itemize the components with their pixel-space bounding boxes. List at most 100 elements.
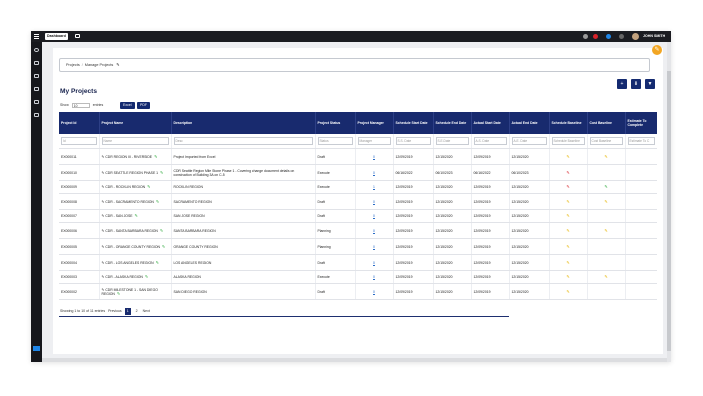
- project-name[interactable]: CDR - ALASKA REGION: [105, 275, 143, 279]
- breadcrumb-projects[interactable]: Projects: [66, 63, 80, 67]
- project-name-cell[interactable]: ✎CDR - SACRAMENTO REGION ✎: [99, 193, 172, 210]
- filter-icon[interactable]: ▼: [645, 79, 655, 89]
- project-name[interactable]: CDR - SACRAMENTO REGION: [105, 200, 154, 204]
- project-name-cell[interactable]: ✎CDR - ORANGE COUNTY REGION ✎: [99, 238, 172, 255]
- scrollbar-thumb[interactable]: [667, 71, 671, 351]
- page-1-button[interactable]: 1: [124, 308, 131, 315]
- cost-baseline-icon[interactable]: ✎: [604, 154, 607, 159]
- project-name-cell[interactable]: ✎CDR - ROCKLIN REGION ✎: [99, 180, 172, 194]
- manager-link[interactable]: 0: [373, 290, 375, 294]
- filter-input[interactable]: S.E.Date: [435, 137, 469, 145]
- filter-input[interactable]: Id: [61, 137, 97, 145]
- schedule-baseline-icon[interactable]: ✎: [566, 199, 569, 204]
- table-row[interactable]: EX000003 ✎CDR - ALASKA REGION ✎ ALASKA REGI…: [59, 270, 657, 284]
- schedule-baseline-icon[interactable]: ✎: [566, 184, 569, 189]
- table-row[interactable]: EX000004 ✎CDR - LOS ANGELES REGION ✎ LOS AN…: [59, 254, 657, 271]
- cost-baseline-icon[interactable]: ✎: [604, 199, 607, 204]
- project-name-cell[interactable]: ✎CDR REGION III - RIVERSIDE ✎: [99, 148, 172, 165]
- truck-icon[interactable]: [34, 61, 39, 65]
- manager-link[interactable]: 0: [373, 245, 375, 249]
- pdf-button[interactable]: PDF: [137, 102, 150, 109]
- chat-icon[interactable]: [33, 346, 40, 351]
- filter-input[interactable]: A.E. Date: [511, 137, 547, 145]
- pencil-icon[interactable]: ✎: [102, 261, 105, 265]
- manager-link[interactable]: 1: [373, 185, 375, 189]
- project-name-cell[interactable]: ✎CDR - SAN JOSE ✎: [99, 209, 172, 223]
- hamburger-menu-icon[interactable]: [34, 34, 39, 39]
- column-header[interactable]: Project Manager: [355, 112, 394, 134]
- filter-input[interactable]: Status: [317, 137, 353, 145]
- cost-baseline-icon[interactable]: ✎: [604, 274, 607, 279]
- column-header[interactable]: Schedule Baseline: [549, 112, 588, 134]
- pencil-icon[interactable]: ✎: [102, 275, 105, 279]
- project-name-cell[interactable]: ✎CDR - ALASKA REGION ✎: [99, 270, 172, 284]
- user-name[interactable]: JOHN SMITH: [643, 33, 665, 40]
- bell-icon[interactable]: [619, 34, 624, 39]
- schedule-baseline-icon[interactable]: ✎: [566, 289, 569, 294]
- table-row[interactable]: EX000011 ✎CDR REGION III - RIVERSIDE ✎ Proj…: [59, 148, 657, 165]
- project-name[interactable]: CDR - SAN JOSE: [105, 214, 132, 218]
- table-row[interactable]: EX000005 ✎CDR - ORANGE COUNTY REGION ✎ ORAN…: [59, 238, 657, 255]
- pencil-icon[interactable]: ✎: [102, 214, 105, 218]
- table-row[interactable]: EX000007 ✎CDR - SAN JOSE ✎ SAN JOSE REGION D…: [59, 209, 657, 223]
- column-header[interactable]: Actual End Date: [509, 112, 550, 134]
- project-name-cell[interactable]: ✎CDR - LOS ANGELES REGION ✎: [99, 254, 172, 271]
- project-name[interactable]: CDR - ROCKLIN REGION: [105, 185, 145, 189]
- page-2-button[interactable]: 2: [134, 308, 140, 315]
- schedule-baseline-icon[interactable]: ✎: [566, 260, 569, 265]
- manager-link[interactable]: 0: [373, 155, 375, 159]
- help-icon[interactable]: [606, 34, 611, 39]
- project-name-cell[interactable]: ✎CDR - SANTA BARBARA REGION ✎: [99, 222, 172, 239]
- table-row[interactable]: EX000010 ✎CDR SEATTLE REGION PHASE 1 ✎ CDR …: [59, 164, 657, 181]
- manager-link[interactable]: 0: [373, 171, 375, 175]
- project-name[interactable]: CDR - ORANGE COUNTY REGION: [105, 245, 160, 249]
- column-header[interactable]: Actual Start Date: [471, 112, 510, 134]
- column-header[interactable]: Project Status: [315, 112, 356, 134]
- pencil-icon[interactable]: ✎: [102, 171, 105, 175]
- excel-button[interactable]: Excel: [120, 102, 135, 109]
- schedule-baseline-icon[interactable]: ✎: [566, 228, 569, 233]
- project-name[interactable]: CDR - LOS ANGELES REGION: [105, 261, 153, 265]
- avatar[interactable]: [632, 33, 639, 40]
- manager-link[interactable]: 0: [373, 200, 375, 204]
- pin-icon[interactable]: ✎: [116, 59, 119, 71]
- column-header[interactable]: Project Id: [59, 112, 100, 134]
- clipboard-icon[interactable]: [34, 74, 39, 78]
- filter-input[interactable]: S.S. Date: [395, 137, 431, 145]
- column-header[interactable]: Description: [171, 112, 316, 134]
- column-header[interactable]: Estimate To Complete: [625, 112, 657, 134]
- pencil-icon[interactable]: ✎: [102, 229, 105, 233]
- filter-input[interactable]: A.S. Date: [473, 137, 507, 145]
- project-name[interactable]: CDR MILESTONE 1 - SAN DIEGO REGION: [102, 288, 158, 296]
- pencil-icon[interactable]: ✎: [102, 185, 105, 189]
- notification-icon[interactable]: [593, 34, 598, 39]
- manager-link[interactable]: 0: [373, 261, 375, 265]
- filter-input[interactable]: Estimate To C: [627, 137, 655, 145]
- filter-input[interactable]: Schedule Baseline: [551, 137, 585, 145]
- project-name-cell[interactable]: ✎CDR SEATTLE REGION PHASE 1 ✎: [99, 164, 172, 181]
- project-name[interactable]: CDR REGION III - RIVERSIDE: [105, 155, 152, 159]
- project-name[interactable]: CDR SEATTLE REGION PHASE 1: [105, 171, 158, 175]
- dollar-icon[interactable]: [34, 87, 39, 91]
- next-button[interactable]: Next: [143, 308, 150, 315]
- filter-input[interactable]: Name: [101, 137, 169, 145]
- filter-input[interactable]: Manager: [357, 137, 391, 145]
- hourglass-icon[interactable]: [34, 113, 39, 117]
- schedule-baseline-icon[interactable]: ✎: [566, 244, 569, 249]
- user-icon[interactable]: [34, 100, 39, 104]
- pencil-icon[interactable]: ✎: [102, 200, 105, 204]
- cost-baseline-icon[interactable]: ✎: [604, 228, 607, 233]
- column-header[interactable]: Cost Baseline: [587, 112, 626, 134]
- table-row[interactable]: EX000006 ✎CDR - SANTA BARBARA REGION ✎ SANT…: [59, 222, 657, 239]
- schedule-baseline-icon[interactable]: ✎: [566, 170, 569, 175]
- dashboard-button[interactable]: Dashboard: [45, 33, 68, 40]
- manager-link[interactable]: 0: [373, 214, 375, 218]
- edit-fab-icon[interactable]: ✎: [652, 45, 662, 55]
- cost-baseline-icon[interactable]: ✎: [604, 184, 607, 189]
- horizontal-scrollbar[interactable]: [42, 358, 667, 362]
- filter-input[interactable]: Desc: [173, 137, 313, 145]
- schedule-baseline-icon[interactable]: ✎: [566, 154, 569, 159]
- table-row[interactable]: EX000002 ✎CDR MILESTONE 1 - SAN DIEGO REG…: [59, 283, 657, 300]
- person-icon[interactable]: [583, 34, 588, 39]
- project-name[interactable]: CDR - SANTA BARBARA REGION: [105, 229, 158, 233]
